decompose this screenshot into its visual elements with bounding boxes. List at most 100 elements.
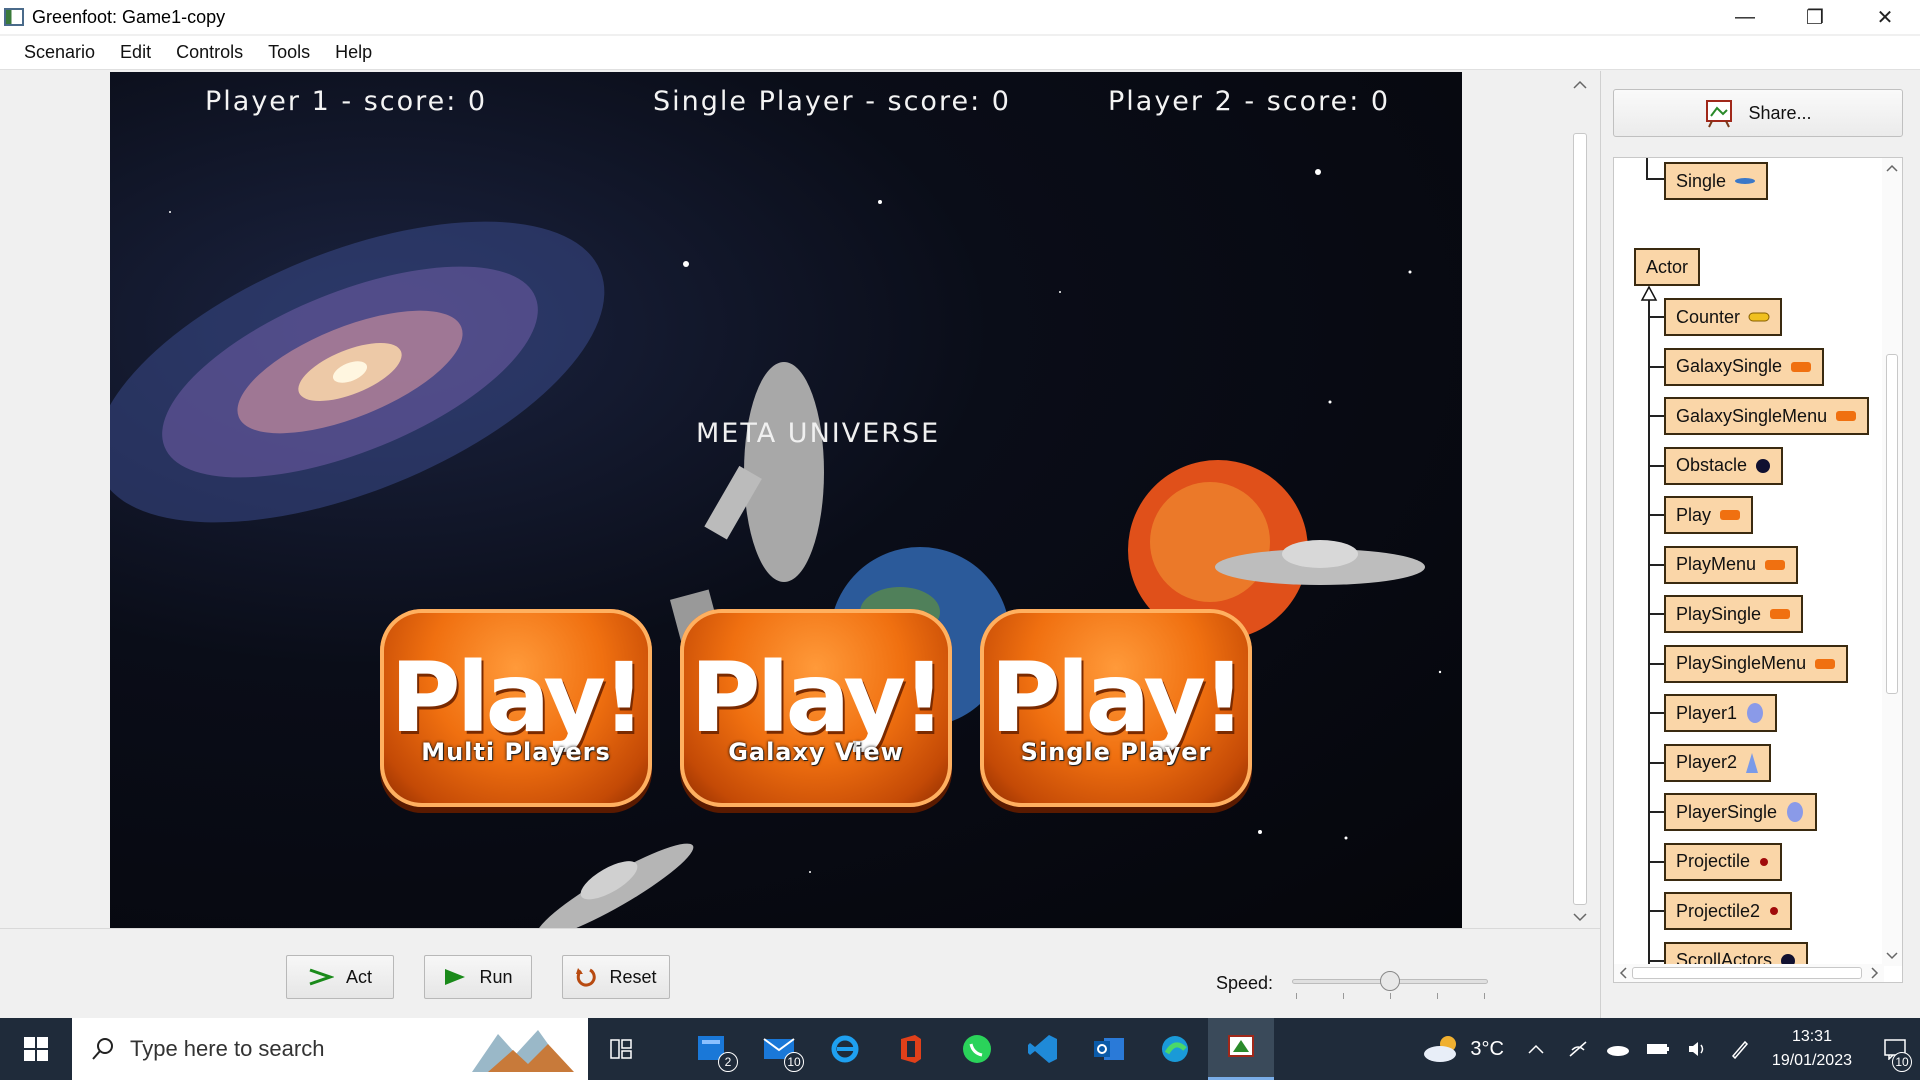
notifications-icon[interactable]: 10 <box>1870 1018 1920 1080</box>
class-player2[interactable]: Player2 <box>1664 743 1772 782</box>
class-projectile[interactable]: Projectile <box>1664 842 1783 881</box>
title-bar: Greenfoot: Game1-copy — ❐ ✕ <box>0 0 1920 34</box>
menu-help[interactable]: Help <box>323 42 384 63</box>
close-button[interactable]: ✕ <box>1850 0 1920 34</box>
menu-edit[interactable]: Edit <box>108 42 163 63</box>
reset-button[interactable]: Reset <box>562 955 670 999</box>
play-multi-players-button[interactable]: Play! Multi Players <box>380 609 652 807</box>
play-single-player-button[interactable]: Play! Single Player <box>980 609 1252 807</box>
class-thumbnail-icon <box>1769 608 1791 620</box>
restore-button[interactable]: ❐ <box>1780 0 1850 34</box>
class-label: Actor <box>1646 256 1689 277</box>
whatsapp-icon[interactable] <box>944 1018 1010 1080</box>
class-label: Play <box>1676 504 1712 525</box>
tree-scroll-thumb[interactable] <box>1886 354 1898 694</box>
play-subtitle: Multi Players <box>421 738 611 766</box>
class-player1[interactable]: Player1 <box>1664 694 1778 732</box>
scroll-up-arrow-icon[interactable] <box>1882 160 1902 176</box>
speed-slider[interactable] <box>1292 969 1488 999</box>
onedrive-icon[interactable] <box>1598 1018 1638 1080</box>
task-view-icon[interactable] <box>588 1018 654 1080</box>
share-button[interactable]: Share... <box>1613 89 1903 137</box>
minimize-button[interactable]: — <box>1710 0 1780 34</box>
weather-cloud-icon <box>1424 1036 1457 1062</box>
slider-thumb[interactable] <box>1380 971 1400 991</box>
weather-widget[interactable]: 3°C <box>1412 1018 1514 1080</box>
class-label: PlayerSingle <box>1676 801 1778 822</box>
menu-bar: Scenario Edit Controls Tools Help <box>0 36 1920 70</box>
class-thumbnail-icon <box>1719 509 1741 521</box>
class-counter[interactable]: Counter <box>1664 298 1783 336</box>
menu-scenario[interactable]: Scenario <box>12 42 107 63</box>
class-label: PlaySingleMenu <box>1676 653 1807 673</box>
network-icon[interactable] <box>1558 1018 1598 1080</box>
tree-line <box>1648 811 1664 813</box>
class-thumbnail-icon <box>1790 361 1812 373</box>
search-placeholder: Type here to search <box>130 1036 325 1061</box>
class-projectile2[interactable]: Projectile2 <box>1664 892 1793 930</box>
play-word: Play! <box>990 642 1245 754</box>
run-label: Run <box>479 966 513 987</box>
search-icon <box>92 1038 113 1060</box>
clock[interactable]: 13:31 19/01/2023 <box>1772 1025 1852 1073</box>
player1-score: Player 1 - score: 0 <box>205 86 488 117</box>
class-actor[interactable]: Actor <box>1634 248 1701 286</box>
battery-icon[interactable] <box>1638 1018 1678 1080</box>
class-thumbnail-icon <box>1764 559 1786 571</box>
class-playmenu[interactable]: PlayMenu <box>1664 545 1799 584</box>
tree-line <box>1648 613 1664 615</box>
office-icon[interactable] <box>878 1018 944 1080</box>
class-galaxysingle[interactable]: GalaxySingle <box>1664 347 1825 386</box>
mail-icon[interactable]: 10 <box>746 1018 812 1080</box>
search-highlight-image <box>472 1030 574 1072</box>
act-arrow-icon <box>309 968 334 986</box>
class-label: GalaxySingleMenu <box>1676 405 1828 426</box>
internet-explorer-icon[interactable] <box>812 1018 878 1080</box>
window-controls: — ❐ ✕ <box>1710 0 1920 34</box>
class-single[interactable]: Single <box>1664 162 1769 200</box>
outlook-icon[interactable] <box>1076 1018 1142 1080</box>
speed-label: Speed: <box>1216 973 1274 993</box>
class-galaxysinglemenu[interactable]: GalaxySingleMenu <box>1664 397 1870 435</box>
tree-line <box>1648 712 1664 714</box>
class-playersingle[interactable]: PlayerSingle <box>1664 793 1818 831</box>
pen-icon[interactable] <box>1718 1018 1762 1080</box>
scroll-thumb[interactable] <box>1573 133 1587 905</box>
files-app-icon[interactable]: 2 <box>680 1018 746 1080</box>
slider-tick <box>1343 993 1344 999</box>
show-hidden-icons-icon[interactable] <box>1514 1018 1558 1080</box>
reset-icon <box>576 968 597 987</box>
tree-hscroll-thumb[interactable] <box>1632 967 1862 979</box>
play-subtitle: Galaxy View <box>728 738 904 766</box>
scroll-down-arrow-icon[interactable] <box>1882 948 1902 964</box>
volume-icon[interactable] <box>1678 1018 1718 1080</box>
scroll-up-arrow-icon[interactable] <box>1569 75 1591 95</box>
class-thumbnail-icon <box>1755 458 1771 474</box>
menu-controls[interactable]: Controls <box>164 42 255 63</box>
scroll-down-arrow-icon[interactable] <box>1569 907 1591 927</box>
class-label: Single <box>1676 170 1727 191</box>
class-play[interactable]: Play <box>1664 496 1754 534</box>
game-world[interactable]: Player 1 - score: 0 Single Player - scor… <box>110 72 1462 928</box>
play-galaxy-view-button[interactable]: Play! Galaxy View <box>680 609 952 807</box>
run-button[interactable]: Run <box>424 955 532 999</box>
single-player-score: Single Player - score: 0 <box>653 86 1011 117</box>
taskbar-search-box[interactable]: Type here to search <box>72 1018 588 1080</box>
tree-horizontal-scrollbar[interactable] <box>1614 964 1884 982</box>
scroll-right-arrow-icon[interactable] <box>1866 964 1882 982</box>
scroll-left-arrow-icon[interactable] <box>1616 964 1632 982</box>
menu-tools[interactable]: Tools <box>256 42 322 63</box>
greenfoot-taskbar-icon[interactable] <box>1208 1018 1274 1080</box>
start-button[interactable] <box>0 1018 72 1080</box>
tree-line <box>1648 959 1664 962</box>
class-playsingle[interactable]: PlaySingle <box>1664 595 1804 633</box>
edge-icon[interactable] <box>1142 1018 1208 1080</box>
tree-vertical-scrollbar[interactable] <box>1882 158 1902 966</box>
class-label: Projectile <box>1676 851 1751 871</box>
window-title: Greenfoot: Game1-copy <box>32 6 226 27</box>
class-obstacle[interactable]: Obstacle <box>1664 446 1784 485</box>
vscode-icon[interactable] <box>1010 1018 1076 1080</box>
world-vertical-scrollbar[interactable] <box>1569 71 1591 927</box>
act-button[interactable]: Act <box>286 955 394 999</box>
class-playsinglemenu[interactable]: PlaySingleMenu <box>1664 644 1849 683</box>
